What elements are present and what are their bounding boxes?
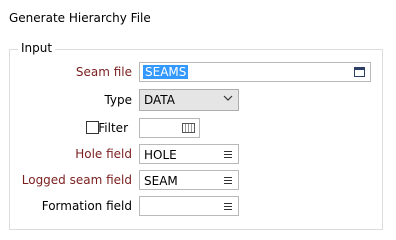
list-icon[interactable]	[224, 177, 232, 184]
filter-input[interactable]	[139, 118, 200, 138]
input-group-legend: Input	[18, 41, 56, 55]
seam-file-label: Seam file	[75, 65, 132, 79]
hole-field-input[interactable]: HOLE	[139, 144, 239, 164]
logged-seam-field-label: Logged seam field	[21, 173, 132, 187]
formation-field-label: Formation field	[41, 199, 132, 213]
filter-label: Filter	[98, 121, 128, 135]
window-title: Generate Hierarchy File	[9, 11, 151, 25]
logged-seam-field-input[interactable]: SEAM	[139, 170, 239, 190]
formation-field-input[interactable]	[139, 196, 239, 216]
type-value: DATA	[144, 93, 175, 107]
filter-checkbox[interactable]	[86, 121, 99, 134]
seam-file-value: SEAMS	[143, 65, 189, 79]
logged-seam-field-value: SEAM	[144, 174, 178, 188]
filter-icon[interactable]	[182, 123, 195, 133]
seam-file-input[interactable]: SEAMS	[139, 62, 371, 82]
list-icon[interactable]	[224, 203, 232, 210]
type-label: Type	[104, 93, 132, 107]
list-icon[interactable]	[224, 151, 232, 158]
type-dropdown[interactable]: DATA	[139, 89, 239, 111]
hole-field-value: HOLE	[144, 148, 177, 162]
hole-field-label: Hole field	[75, 147, 132, 161]
chevron-down-icon	[223, 95, 233, 101]
browse-icon[interactable]	[354, 67, 365, 77]
